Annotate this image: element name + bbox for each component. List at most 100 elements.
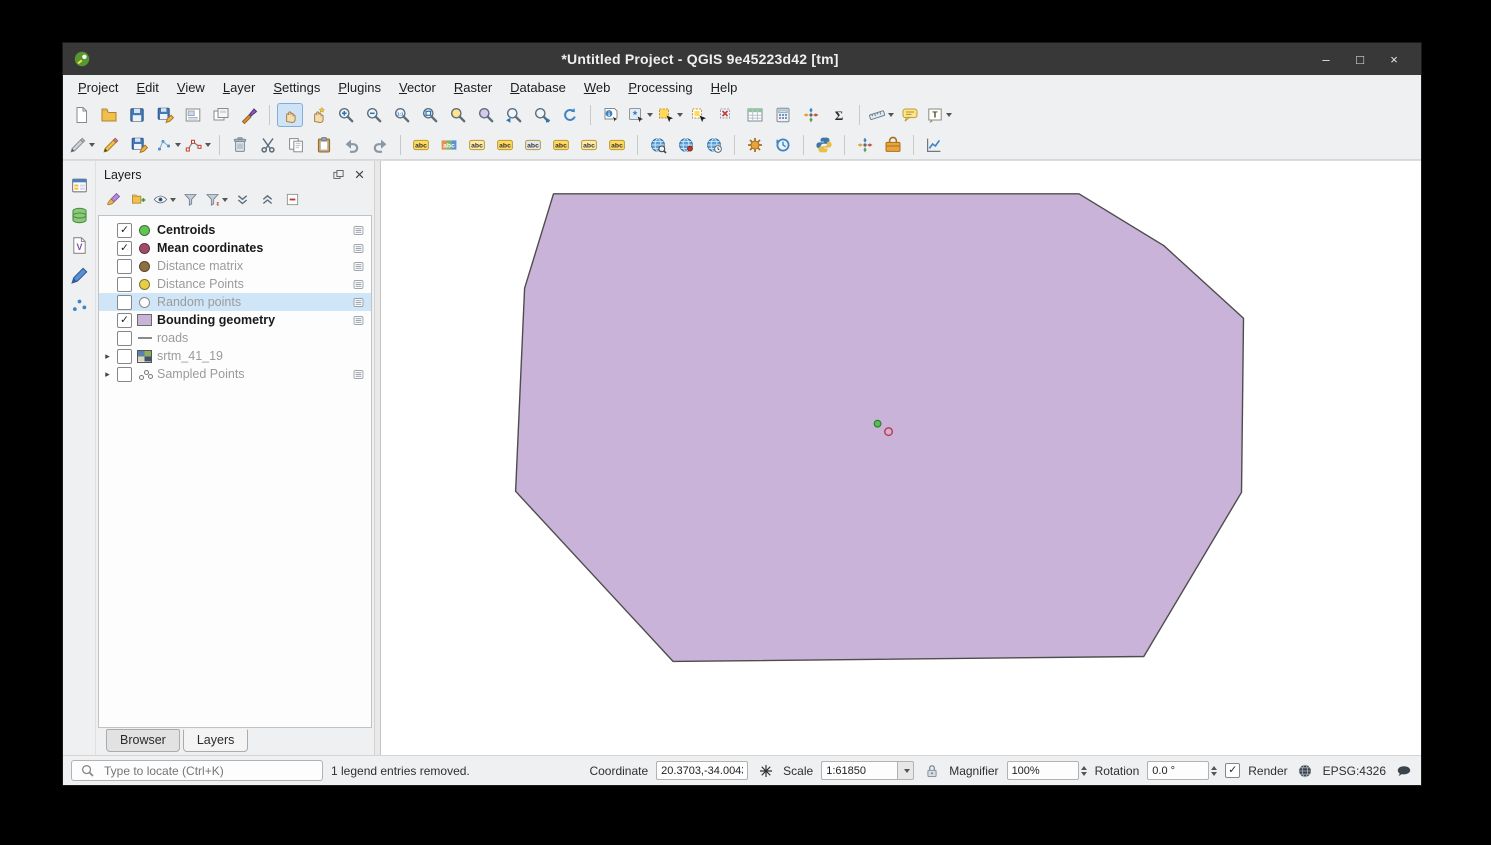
processing-toolbox-button[interactable]: [852, 133, 878, 157]
layer-checkbox[interactable]: [117, 349, 132, 364]
pin-unpin-labels-button[interactable]: abc: [492, 133, 518, 157]
layer-row-distance-matrix[interactable]: Distance matrix: [99, 257, 371, 275]
scale-input[interactable]: [821, 761, 897, 780]
show-hide-labels-button[interactable]: abc: [520, 133, 546, 157]
python-console-button[interactable]: [811, 133, 837, 157]
layer-row-mean-coordinates[interactable]: ✓Mean coordinates: [99, 239, 371, 257]
magnifier-spinbox[interactable]: [1007, 761, 1087, 780]
layer-checkbox[interactable]: [117, 259, 132, 274]
zoom-full-button[interactable]: [417, 103, 443, 127]
layer-checkbox[interactable]: [117, 367, 132, 382]
scale-dropdown-button[interactable]: [897, 761, 914, 780]
layer-checkbox[interactable]: [117, 331, 132, 346]
undo-button[interactable]: [339, 133, 365, 157]
metasearch-button[interactable]: [645, 133, 671, 157]
rotate-label-button[interactable]: abc: [576, 133, 602, 157]
statistical-summary-button[interactable]: Σ: [826, 103, 852, 127]
options-button[interactable]: [798, 103, 824, 127]
lock-icon[interactable]: [922, 762, 941, 780]
menu-vector[interactable]: Vector: [390, 77, 445, 98]
run-feature-action-button[interactable]: [626, 103, 654, 127]
dropdown-caret-icon[interactable]: [647, 113, 653, 117]
cut-features-button[interactable]: [255, 133, 281, 157]
layer-row-distance-points[interactable]: Distance Points: [99, 275, 371, 293]
menu-plugins[interactable]: Plugins: [329, 77, 390, 98]
zoom-to-layer-button[interactable]: [473, 103, 499, 127]
maximize-button[interactable]: □: [1343, 52, 1377, 67]
render-checkbox[interactable]: ✓: [1225, 763, 1240, 778]
spin-down-icon[interactable]: [1081, 772, 1087, 776]
field-calculator-button[interactable]: [770, 103, 796, 127]
layer-checkbox[interactable]: ✓: [117, 313, 132, 328]
select-features-button[interactable]: [656, 103, 684, 127]
dropdown-caret-icon[interactable]: [888, 113, 894, 117]
panel-splitter[interactable]: [374, 161, 381, 755]
menu-edit[interactable]: Edit: [127, 77, 167, 98]
layer-checkbox[interactable]: [117, 295, 132, 310]
dropdown-caret-icon[interactable]: [175, 143, 181, 147]
spin-buttons[interactable]: [1081, 766, 1087, 776]
close-panel-button[interactable]: [351, 167, 368, 182]
zoom-last-button[interactable]: [501, 103, 527, 127]
menu-help[interactable]: Help: [702, 77, 747, 98]
spin-up-icon[interactable]: [1081, 766, 1087, 770]
highlight-pinned-labels-button[interactable]: abc: [464, 133, 490, 157]
filter-legend-button[interactable]: [179, 189, 202, 210]
tab-browser[interactable]: Browser: [106, 729, 180, 752]
menu-settings[interactable]: Settings: [264, 77, 329, 98]
graphical-modeler-button[interactable]: [880, 133, 906, 157]
pan-to-selection-button[interactable]: [305, 103, 331, 127]
manage-map-themes-button[interactable]: [152, 189, 177, 210]
refresh-map-button[interactable]: [557, 103, 583, 127]
processing-history-button[interactable]: [770, 133, 796, 157]
vertex-tool-button[interactable]: [184, 133, 212, 157]
layer-row-bounding-geometry[interactable]: ✓Bounding geometry: [99, 311, 371, 329]
rotation-spinbox[interactable]: [1147, 761, 1217, 780]
crs-label[interactable]: EPSG:4326: [1323, 764, 1386, 778]
current-edits-button[interactable]: [68, 133, 96, 157]
menu-processing[interactable]: Processing: [619, 77, 701, 98]
coordinate-extent-toggle-icon[interactable]: [756, 762, 775, 780]
zoom-in-button[interactable]: [333, 103, 359, 127]
new-project-button[interactable]: [68, 103, 94, 127]
expander-icon[interactable]: ▸: [103, 351, 112, 362]
map-canvas[interactable]: [381, 161, 1421, 755]
deselect-all-button[interactable]: [714, 103, 740, 127]
dropdown-caret-icon[interactable]: [222, 198, 228, 202]
layer-row-srtm-41-19[interactable]: ▸srtm_41_19: [99, 347, 371, 365]
layer-checkbox[interactable]: ✓: [117, 241, 132, 256]
magnifier-input[interactable]: [1007, 761, 1079, 780]
layer-checkbox[interactable]: [117, 277, 132, 292]
remove-layer-button[interactable]: [281, 189, 304, 210]
new-geopackage-layer-button[interactable]: [66, 203, 92, 227]
add-group-button[interactable]: [127, 189, 150, 210]
save-project-button[interactable]: [124, 103, 150, 127]
layer-diagram-options-button[interactable]: abc: [436, 133, 462, 157]
spin-buttons[interactable]: [1211, 766, 1217, 776]
float-panel-button[interactable]: [330, 167, 347, 182]
show-layout-manager-button[interactable]: [208, 103, 234, 127]
identify-features-button[interactable]: i: [598, 103, 624, 127]
layer-tree[interactable]: ✓Centroids✓Mean coordinatesDistance matr…: [98, 215, 372, 728]
data-source-manager-button[interactable]: [66, 173, 92, 197]
style-manager-button[interactable]: [236, 103, 262, 127]
new-print-layout-button[interactable]: [180, 103, 206, 127]
measure-line-button[interactable]: [867, 103, 895, 127]
dropdown-caret-icon[interactable]: [170, 198, 176, 202]
rotation-input[interactable]: [1147, 761, 1209, 780]
new-shapefile-layer-button[interactable]: V: [66, 233, 92, 257]
expander-icon[interactable]: ▸: [103, 369, 112, 380]
layer-row-roads[interactable]: roads: [99, 329, 371, 347]
open-project-button[interactable]: [96, 103, 122, 127]
menu-project[interactable]: Project: [69, 77, 127, 98]
layer-labeling-options-button[interactable]: abc: [408, 133, 434, 157]
locate-box[interactable]: [71, 760, 323, 781]
delete-selected-button[interactable]: [227, 133, 253, 157]
collapse-all-button[interactable]: [256, 189, 279, 210]
close-button[interactable]: ×: [1377, 52, 1411, 67]
spin-down-icon[interactable]: [1211, 772, 1217, 776]
scale-combo[interactable]: [821, 761, 914, 780]
paste-features-button[interactable]: [311, 133, 337, 157]
zoom-native-button[interactable]: 1:1: [389, 103, 415, 127]
open-layer-styling-button[interactable]: [102, 189, 125, 210]
